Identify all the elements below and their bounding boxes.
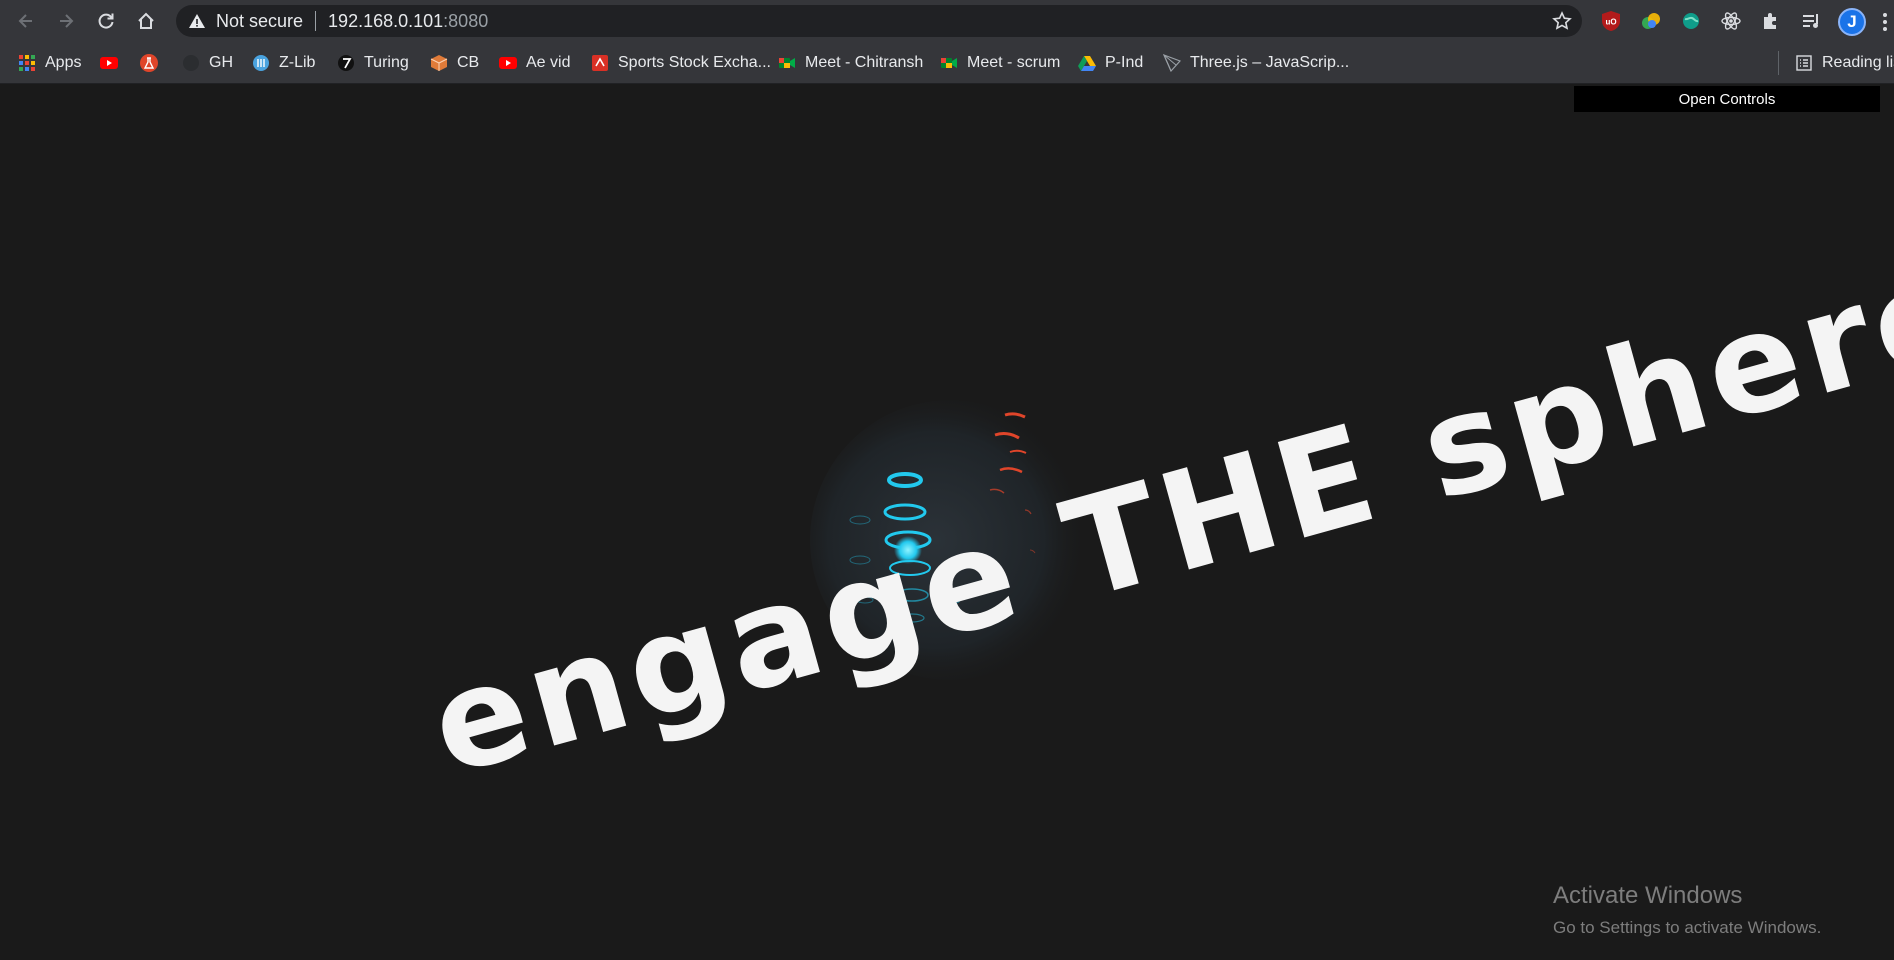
bookmark-turing[interactable]: Turing <box>337 49 409 77</box>
svg-text:uO: uO <box>1605 18 1616 27</box>
meet-icon <box>778 54 796 72</box>
forward-button[interactable] <box>46 0 86 42</box>
extensions-puzzle-icon[interactable] <box>1760 10 1782 32</box>
bookmark-threejs[interactable]: Three.js – JavaScrip... <box>1163 49 1349 77</box>
address-bar[interactable]: Not secure 192.168.0.101 :8080 <box>176 5 1582 37</box>
bookmark-ae-vid[interactable]: Ae vid <box>499 49 570 77</box>
apps-grid-icon <box>18 54 36 72</box>
sports-icon <box>591 54 609 72</box>
menu-kebab-icon[interactable] <box>1882 12 1888 32</box>
bookmark-cb[interactable]: CB <box>430 49 479 77</box>
meet-icon <box>940 54 958 72</box>
security-label[interactable]: Not secure <box>216 11 303 32</box>
url-port[interactable]: :8080 <box>443 11 488 32</box>
bookmark-meet-scrum[interactable]: Meet - scrum <box>940 49 1060 77</box>
bookmarks-divider <box>1778 51 1779 75</box>
youtube-icon <box>499 54 517 72</box>
back-button[interactable] <box>6 0 46 42</box>
reload-button[interactable] <box>86 0 126 42</box>
bookmark-label: Sports Stock Excha... <box>618 54 771 71</box>
ublock-icon[interactable]: uO <box>1600 10 1622 32</box>
omnibox-divider <box>315 11 317 31</box>
browser-toolbar: Not secure 192.168.0.101 :8080 uO J <box>0 0 1894 42</box>
bookmark-meet-chitransh[interactable]: Meet - Chitransh <box>778 49 923 77</box>
drive-icon <box>1078 54 1096 72</box>
bookmark-label: Ae vid <box>526 54 571 71</box>
zlib-icon <box>252 54 270 72</box>
react-devtools-icon[interactable] <box>1720 10 1742 32</box>
bookmark-label: Turing <box>364 54 409 71</box>
warning-icon[interactable] <box>188 12 206 30</box>
bookmark-zlib[interactable]: Z-Lib <box>252 49 315 77</box>
bookmark-label: Three.js – JavaScrip... <box>1190 54 1350 71</box>
activation-title: Activate Windows <box>1553 882 1743 909</box>
bookmark-label: Meet - scrum <box>967 54 1061 71</box>
bookmark-label: Z-Lib <box>279 54 316 71</box>
bookmark-star-icon[interactable] <box>1552 11 1572 31</box>
bookmark-label: P-Ind <box>1105 54 1144 71</box>
bookmark-label: CB <box>457 54 480 71</box>
bookmarks-bar: Apps GH Z-Lib Turing CB Ae vid Sports St… <box>0 42 1894 84</box>
bookmark-label: Apps <box>45 54 82 71</box>
threejs-icon <box>1163 54 1181 72</box>
bookmark-flask[interactable] <box>140 49 167 77</box>
home-button[interactable] <box>126 0 166 42</box>
bookmark-label: GH <box>209 54 233 71</box>
profile-avatar[interactable]: J <box>1838 8 1866 36</box>
back-arrow-icon <box>18 14 32 28</box>
open-controls-button[interactable]: Open Controls <box>1574 86 1880 112</box>
url-host[interactable]: 192.168.0.101 <box>328 11 443 32</box>
forward-arrow-icon <box>60 14 74 28</box>
extension-globe-icon[interactable] <box>1680 10 1702 32</box>
reload-icon <box>98 13 114 29</box>
reading-list-icon <box>1795 54 1813 72</box>
bookmark-p-ind[interactable]: P-Ind <box>1078 49 1143 77</box>
windows-activation-watermark: Activate Windows Go to Settings to activ… <box>1553 882 1821 938</box>
webgl-page: Open Controls engage THE sphere Activate… <box>0 85 1894 960</box>
cube-icon <box>430 54 448 72</box>
turing-icon <box>337 54 355 72</box>
bookmark-apps[interactable]: Apps <box>18 49 81 77</box>
github-icon <box>182 54 200 72</box>
youtube-icon <box>100 54 118 72</box>
extension-color-icon[interactable] <box>1640 10 1662 32</box>
bookmark-youtube[interactable] <box>100 49 127 77</box>
reading-list-button[interactable]: Reading list <box>1795 49 1894 77</box>
bookmark-sports-stock[interactable]: Sports Stock Excha... <box>591 49 771 77</box>
flask-icon <box>140 54 158 72</box>
activation-subtitle: Go to Settings to activate Windows. <box>1553 918 1822 937</box>
bookmark-gh[interactable]: GH <box>182 49 233 77</box>
reading-list-label: Reading list <box>1822 54 1894 71</box>
bookmark-label: Meet - Chitransh <box>805 54 924 71</box>
hero-title: engage THE sphere <box>415 229 1894 807</box>
home-icon <box>138 12 154 29</box>
media-queue-icon[interactable] <box>1800 10 1822 32</box>
